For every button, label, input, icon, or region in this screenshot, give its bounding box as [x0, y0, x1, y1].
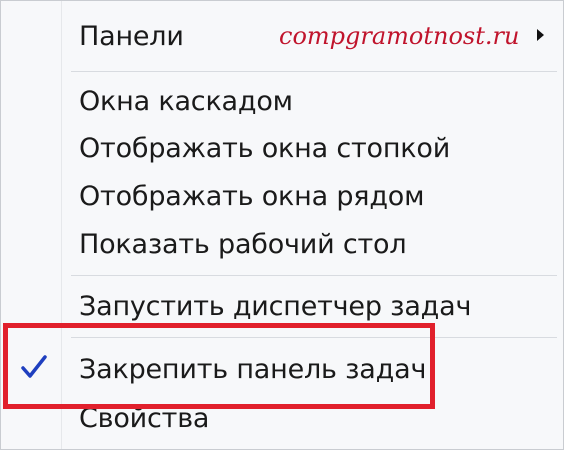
- menu-separator: [71, 275, 557, 276]
- menu-item-show-desktop[interactable]: Показать рабочий стол: [79, 228, 407, 262]
- menu-item-panels[interactable]: Панели: [79, 20, 184, 54]
- menu-item-cascade-windows[interactable]: Окна каскадом: [79, 85, 293, 119]
- chevron-right-icon: [537, 29, 544, 41]
- highlight-annotation-box: [3, 323, 435, 409]
- taskbar-context-menu: Панели compgramotnost.ru Окна каскадом О…: [0, 0, 564, 450]
- menu-item-side-by-side-windows[interactable]: Отображать окна рядом: [79, 180, 424, 214]
- menu-item-task-manager[interactable]: Запустить диспетчер задач: [79, 290, 471, 324]
- menu-item-stack-windows[interactable]: Отображать окна стопкой: [79, 132, 450, 166]
- menu-separator: [71, 71, 557, 72]
- watermark-text: compgramotnost.ru: [279, 22, 520, 50]
